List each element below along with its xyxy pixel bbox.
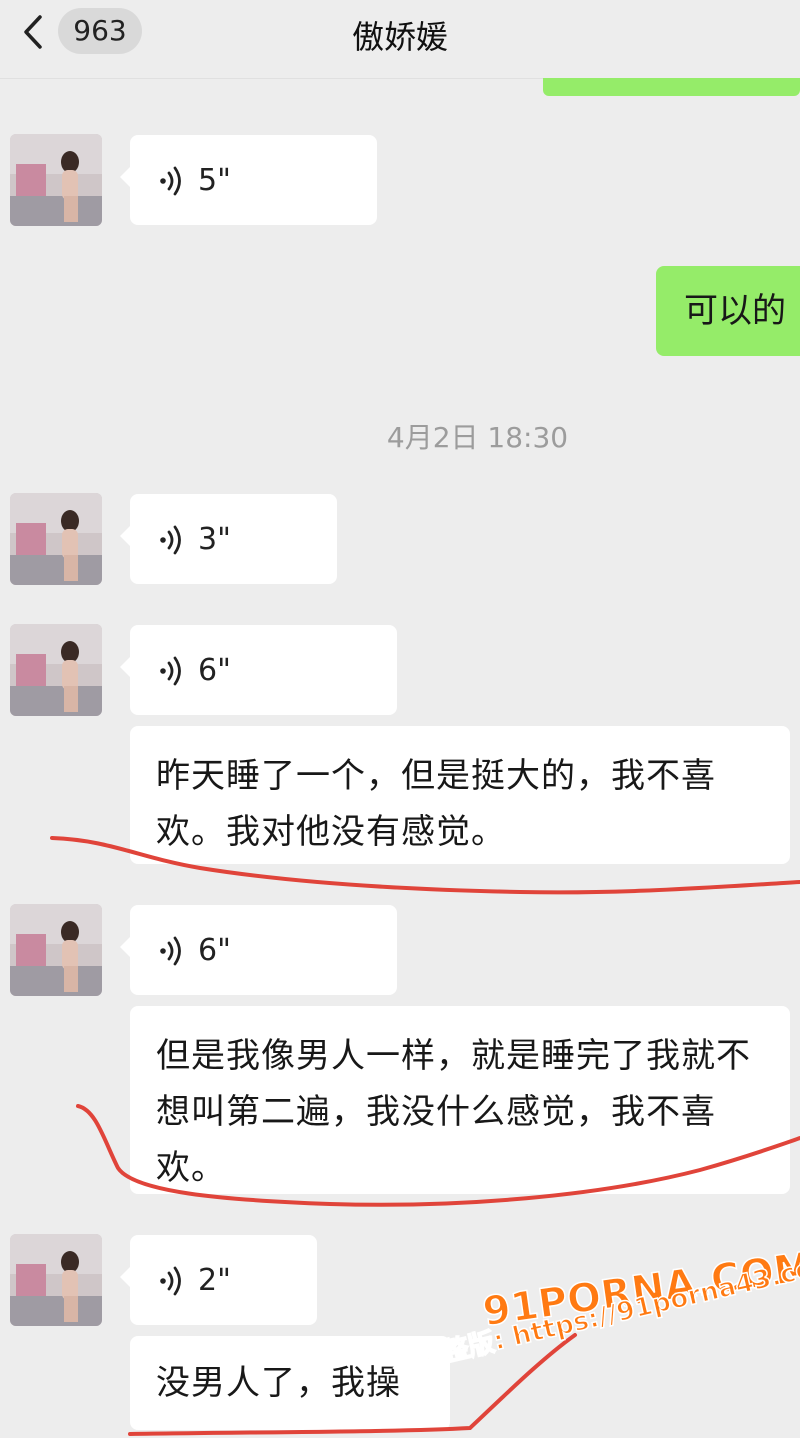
voice-wave-icon: [160, 166, 181, 195]
voice-duration: 5": [198, 163, 231, 198]
voice-wave-icon: [160, 656, 181, 685]
avatar[interactable]: [10, 1234, 102, 1326]
text-message-bubble[interactable]: 但是我像男人一样，就是睡完了我就不想叫第二遍，我没什么感觉，我不喜欢。: [130, 1006, 790, 1194]
voice-message-bubble[interactable]: 2": [120, 1235, 317, 1325]
avatar[interactable]: [10, 134, 102, 226]
voice-wave-icon: [160, 936, 181, 965]
chat-header: 963 傲娇媛: [0, 0, 800, 79]
voice-duration: 6": [198, 933, 231, 968]
avatar[interactable]: [10, 493, 102, 585]
voice-message-bubble[interactable]: 6": [120, 905, 397, 995]
contact-name: 傲娇媛: [351, 18, 448, 56]
avatar[interactable]: [10, 624, 102, 716]
voice-duration: 3": [198, 522, 231, 557]
voice-duration: 2": [198, 1263, 231, 1298]
voice-wave-icon: [160, 1266, 181, 1295]
voice-message-bubble[interactable]: 5": [120, 135, 377, 225]
sent-message-bubble[interactable]: 可以的: [656, 266, 800, 356]
annotation-underlines: [50, 836, 800, 1436]
timestamp: 4月2日 18:30: [386, 421, 569, 454]
sent-bubble-partial: [543, 78, 800, 96]
voice-message-bubble[interactable]: 6": [120, 625, 397, 715]
text-message-bubble[interactable]: 昨天睡了一个，但是挺大的，我不喜欢。我对他没有感觉。: [130, 726, 790, 864]
voice-duration: 6": [198, 653, 231, 688]
voice-message-bubble[interactable]: 3": [120, 494, 337, 584]
avatar[interactable]: [10, 904, 102, 996]
voice-wave-icon: [160, 525, 181, 554]
